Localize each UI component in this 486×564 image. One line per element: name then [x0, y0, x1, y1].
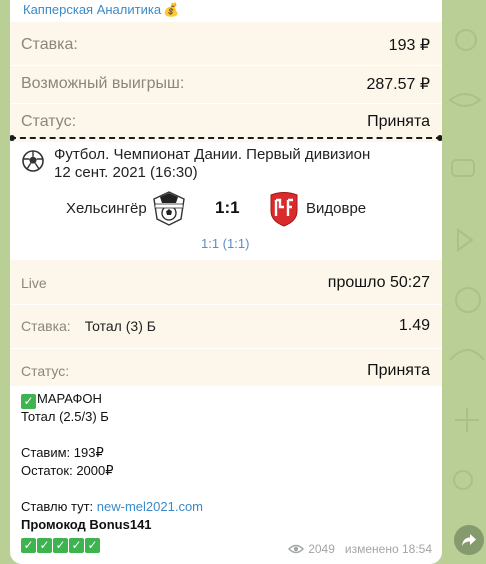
check-mark-icon: ✓	[21, 538, 36, 553]
live-row: Live прошло 50:27	[10, 269, 442, 297]
place-label: Ставлю тут:	[21, 499, 94, 514]
divider	[10, 348, 442, 349]
check-mark-icon: ✓	[69, 538, 84, 553]
promo-line: Промокод Bonus141	[21, 517, 152, 532]
away-team-name: Видовре	[306, 200, 367, 217]
place-line: Ставлю тут: new-mel2021.com	[21, 498, 203, 516]
bet-status-label: Статус:	[21, 363, 70, 379]
message-text: ✓ МАРАФОН Тотал (2.5/3) Б Ставим: 193₽ Ос…	[21, 390, 203, 553]
bet-label: Ставка:	[21, 318, 71, 334]
forward-button[interactable]	[454, 525, 484, 555]
status-row: Статус: Принята	[10, 109, 442, 135]
check-mark-icon: ✓	[85, 538, 100, 553]
check-mark-icon: ✓	[37, 538, 52, 553]
checks-line: ✓ ✓ ✓ ✓ ✓	[21, 534, 203, 553]
bet-status-value: Принята	[367, 362, 430, 379]
message-meta: 2049 изменено 18:54	[288, 542, 432, 556]
football-icon	[22, 150, 44, 172]
status-value: Принята	[367, 113, 430, 130]
elapsed-time: прошло 50:27	[327, 274, 430, 291]
league-name: Футбол. Чемпионат Дании. Первый дивизион	[54, 146, 371, 163]
total-line: Тотал (2.5/3) Б	[21, 409, 109, 424]
potential-win-value: 287.57 ₽	[366, 76, 430, 93]
ticket-tear-line	[10, 137, 442, 139]
bookmaker-link[interactable]: new-mel2021.com	[97, 499, 203, 514]
live-label: Live	[21, 275, 47, 291]
event-card: Футбол. Чемпионат Дании. Первый дивизион…	[10, 142, 442, 260]
divider	[10, 65, 442, 66]
home-team-name: Хельсингёр	[66, 200, 147, 217]
home-team-logo-icon	[153, 191, 185, 226]
message-bubble: Капперская Аналитика 💰 Ставка: 193 ₽ Возм…	[10, 0, 442, 564]
match-datetime: 12 сент. 2021 (16:30)	[54, 164, 198, 181]
channel-name[interactable]: Капперская Аналитика 💰	[23, 2, 179, 18]
check-mark-icon: ✓	[21, 394, 36, 409]
stake-row: Ставка: 193 ₽	[10, 32, 442, 58]
stake-line: Ставим: 193₽	[21, 445, 104, 460]
bookmaker-line: ✓ МАРАФОН	[21, 390, 203, 409]
bet-ticket-image[interactable]: Ставка: 193 ₽ Возможный выигрыш: 287.57 …	[10, 22, 442, 386]
check-mark-icon: ✓	[53, 538, 68, 553]
stake-value: 193 ₽	[388, 37, 430, 54]
money-bag-icon: 💰	[163, 2, 180, 17]
stake-label: Ставка:	[21, 36, 78, 53]
halftime-score: 1:1 (1:1)	[201, 236, 250, 251]
bet-row: Ставка: Тотал (3) Б 1.49	[10, 313, 442, 339]
eye-icon	[288, 544, 305, 554]
share-arrow-icon	[462, 534, 476, 546]
divider	[10, 103, 442, 104]
potential-win-row: Возможный выигрыш: 287.57 ₽	[10, 71, 442, 97]
tear-dot	[10, 135, 15, 141]
edited-time: изменено 18:54	[344, 542, 432, 556]
away-team-logo-icon	[270, 192, 298, 227]
status-label: Статус:	[21, 113, 77, 130]
bet-market: Тотал (3) Б	[84, 318, 156, 334]
match-score: 1:1	[215, 198, 240, 217]
bookmaker-name: МАРАФОН	[37, 391, 102, 406]
potential-win-label: Возможный выигрыш:	[21, 75, 185, 92]
tear-dot	[437, 135, 442, 141]
bet-status-row: Статус: Принята	[10, 358, 442, 384]
channel-title: Капперская Аналитика	[23, 2, 162, 17]
divider	[10, 304, 442, 305]
balance-line: Остаток: 2000₽	[21, 463, 114, 478]
bet-odds: 1.49	[398, 317, 430, 334]
view-count: 2049	[308, 542, 335, 556]
